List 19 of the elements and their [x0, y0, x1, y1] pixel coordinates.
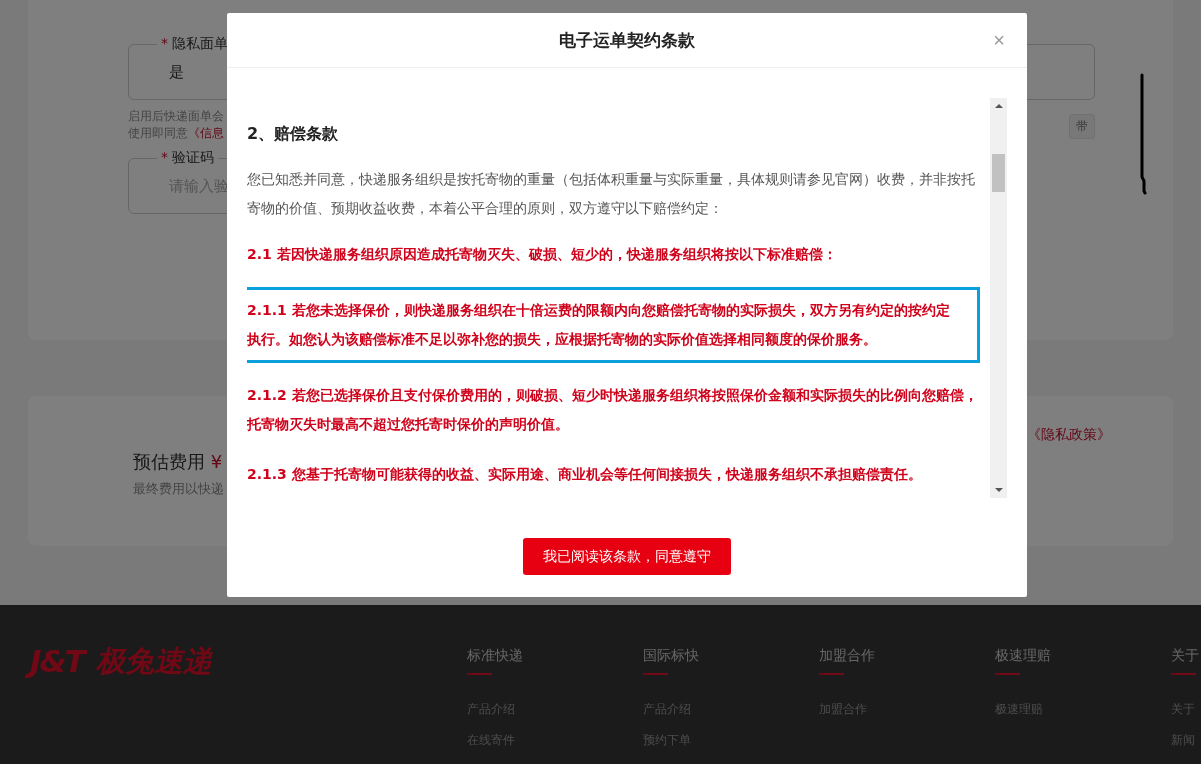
clause-text: 2.1.2 若您已选择保价且支付保价费用的，则破损、短少时快递服务组织将按照保价金额和实际损失的比例向您赔偿，托寄物灭失时最高不超过您托寄时保价的声明价值。	[247, 386, 979, 434]
footer-heading: 加盟合作	[819, 647, 876, 665]
clause-text: 2.1.1 若您未选择保价，则快递服务组织在十倍运费的限额内向您赔偿托寄物的实际损失，双方另有约定的按约定执行。如您认为该赔偿标准不足以弥补您的损失，应根据托寄物的实际价值选择相同额度的保价服务。	[247, 287, 980, 363]
dialog-title: 电子运单契约条款	[559, 28, 695, 52]
close-button[interactable]: ×	[993, 29, 1005, 51]
tag: 带	[1069, 114, 1095, 139]
privacy-policy-link[interactable]: 《隐私政策》	[1027, 426, 1111, 546]
estimate-label: 预估费用 ¥	[133, 450, 224, 474]
footer-heading: 关于	[1171, 647, 1200, 665]
section-heading: 2、赔偿条款	[247, 124, 340, 145]
clause-text: 2.1 若因快递服务组织原因造成托寄物灭失、破损、短少的，快递服务组织将按以下标准赔偿：	[247, 245, 838, 264]
field-label: * 验证码	[157, 149, 219, 167]
scrollbar[interactable]	[990, 98, 1007, 498]
footer-heading: 极速理赔	[995, 647, 1052, 665]
paragraph: 您已知悉并同意，快递服务组织是按托寄物的重量（包括体积重量与实际重量，具体规则请参见官网）收费，并非按托寄物的价值、预期收益收费，本着公平合理的原则，双方遵守以下赔偿约定：	[247, 170, 976, 218]
agree-button[interactable]: 我已阅读该条款，同意遵守	[523, 538, 731, 575]
footer-heading: 国际标快	[643, 647, 700, 665]
clause-text: 2.1.3 您基于托寄物可能获得的收益、实际用途、商业机会等任何间接损失，快递服务组织不承担赔偿责任。	[247, 465, 923, 484]
footer-heading: 标准快递	[467, 647, 524, 665]
